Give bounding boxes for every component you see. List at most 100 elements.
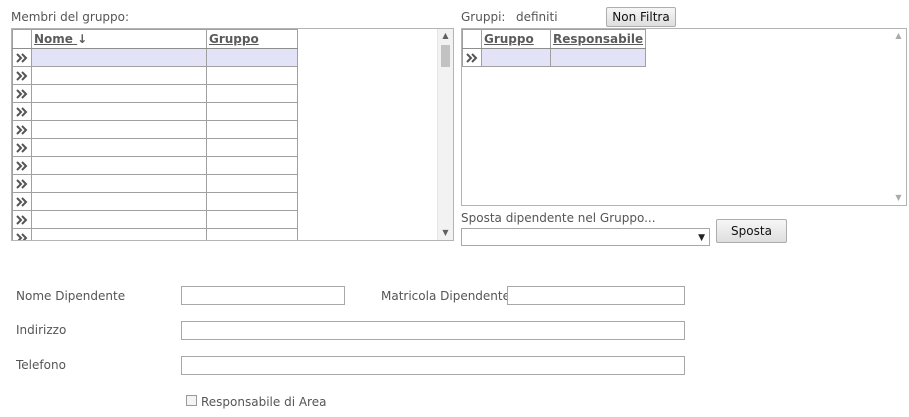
column-label-responsabile: Responsabile (553, 32, 644, 46)
telefono-input[interactable] (181, 356, 685, 375)
table-cell[interactable] (31, 210, 207, 229)
double-chevron-right-icon (16, 124, 28, 135)
sposta-button[interactable]: Sposta (716, 219, 787, 243)
double-chevron-right-icon (16, 106, 28, 117)
members-grid[interactable]: Nome ↓ Gruppo ▲ ▼ (11, 28, 454, 241)
table-cell[interactable] (549, 48, 647, 67)
table-cell[interactable] (31, 174, 207, 193)
move-label: Sposta dipendente nel Gruppo... (461, 211, 656, 225)
scroll-up-arrow-icon[interactable]: ▲ (891, 29, 906, 43)
table-row[interactable] (12, 102, 298, 121)
table-cell[interactable] (206, 66, 298, 85)
table-row[interactable] (12, 138, 298, 157)
table-cell[interactable] (31, 192, 207, 211)
row-selector[interactable] (12, 120, 32, 139)
table-cell[interactable] (206, 102, 298, 121)
row-header-corner (462, 29, 482, 49)
table-cell[interactable] (206, 228, 298, 240)
scroll-down-arrow-icon[interactable]: ▼ (891, 191, 906, 205)
double-chevron-right-icon (16, 232, 28, 240)
table-cell[interactable] (206, 48, 298, 67)
scroll-up-arrow-icon[interactable]: ▲ (438, 29, 453, 43)
scroll-down-arrow-icon[interactable]: ▼ (438, 226, 453, 240)
row-selector[interactable] (12, 174, 32, 193)
members-table: Nome ↓ Gruppo (12, 29, 298, 240)
indirizzo-input[interactable] (181, 321, 685, 340)
table-row[interactable] (12, 48, 298, 67)
matricola-dipendente-input[interactable] (507, 286, 685, 305)
double-chevron-right-icon (16, 160, 28, 171)
nome-dipendente-label: Nome Dipendente (16, 289, 126, 303)
table-cell[interactable] (206, 84, 298, 103)
table-row[interactable] (12, 156, 298, 175)
telefono-label: Telefono (16, 358, 66, 372)
table-row[interactable] (12, 120, 298, 139)
table-row[interactable] (12, 228, 298, 240)
row-selector[interactable] (12, 210, 32, 229)
groups-table: Gruppo Responsabile (462, 29, 647, 67)
table-row[interactable] (12, 174, 298, 193)
sort-down-arrow-icon: ↓ (77, 32, 88, 46)
table-cell[interactable] (31, 84, 207, 103)
double-chevron-right-icon (16, 214, 28, 225)
members-label: Membri del gruppo: (11, 10, 130, 24)
double-chevron-right-icon (466, 52, 478, 63)
table-row[interactable] (12, 210, 298, 229)
table-cell[interactable] (31, 138, 207, 157)
table-cell[interactable] (206, 156, 298, 175)
dropdown-arrow-icon: ▼ (698, 233, 705, 243)
table-row[interactable] (12, 192, 298, 211)
move-group-select[interactable]: ▼ (461, 228, 710, 246)
row-header-corner (12, 29, 32, 49)
column-header-nome[interactable]: Nome ↓ (31, 29, 207, 49)
row-selector[interactable] (12, 228, 32, 240)
row-selector[interactable] (12, 102, 32, 121)
row-selector[interactable] (12, 66, 32, 85)
double-chevron-right-icon (16, 142, 28, 153)
row-selector[interactable] (12, 48, 32, 67)
double-chevron-right-icon (16, 88, 28, 99)
table-cell[interactable] (31, 120, 207, 139)
groups-label: Gruppi: (461, 10, 506, 24)
table-row[interactable] (12, 66, 298, 85)
double-chevron-right-icon (16, 196, 28, 207)
column-header-gruppo[interactable]: Gruppo (206, 29, 298, 49)
groups-filter-status: definiti (516, 10, 558, 24)
row-selector[interactable] (12, 192, 32, 211)
table-cell[interactable] (31, 102, 207, 121)
groups-grid[interactable]: Gruppo Responsabile ▲ ▼ (461, 28, 907, 206)
table-cell[interactable] (206, 210, 298, 229)
table-cell[interactable] (31, 48, 207, 67)
responsabile-di-area-label: Responsabile di Area (201, 395, 327, 409)
groups-scrollbar[interactable]: ▲ ▼ (891, 29, 906, 205)
row-selector[interactable] (462, 48, 482, 67)
row-selector[interactable] (12, 138, 32, 157)
column-label-gruppo: Gruppo (484, 32, 534, 46)
table-cell[interactable] (206, 138, 298, 157)
scroll-thumb[interactable] (441, 45, 450, 67)
double-chevron-right-icon (16, 52, 28, 63)
table-cell[interactable] (206, 174, 298, 193)
column-header-responsabile[interactable]: Responsabile (549, 29, 647, 49)
table-cell[interactable] (31, 228, 207, 240)
column-label-gruppo: Gruppo (209, 32, 259, 46)
double-chevron-right-icon (16, 178, 28, 189)
row-selector[interactable] (12, 156, 32, 175)
table-cell[interactable] (206, 192, 298, 211)
responsabile-di-area-checkbox[interactable] (186, 395, 197, 406)
row-selector[interactable] (12, 84, 32, 103)
table-row[interactable] (462, 48, 647, 67)
indirizzo-label: Indirizzo (16, 323, 67, 337)
nome-dipendente-input[interactable] (181, 286, 345, 305)
table-cell[interactable] (206, 120, 298, 139)
double-chevron-right-icon (16, 70, 28, 81)
matricola-dipendente-label: Matricola Dipendente (381, 289, 510, 303)
column-label-nome: Nome (34, 32, 73, 46)
members-scrollbar[interactable]: ▲ ▼ (437, 29, 453, 240)
table-cell[interactable] (481, 48, 551, 67)
column-header-gruppo[interactable]: Gruppo (481, 29, 551, 49)
table-cell[interactable] (31, 66, 207, 85)
table-row[interactable] (12, 84, 298, 103)
non-filtra-button[interactable]: Non Filtra (606, 7, 676, 27)
table-cell[interactable] (31, 156, 207, 175)
